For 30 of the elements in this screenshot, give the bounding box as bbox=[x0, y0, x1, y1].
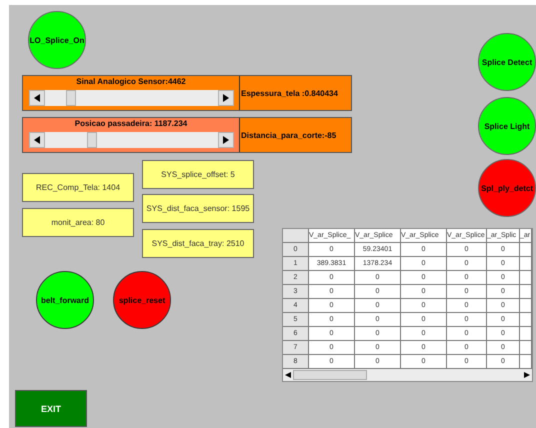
table-corner bbox=[283, 229, 309, 243]
value-display: SYS_dist_faca_tray: 2510 bbox=[142, 229, 254, 258]
right-arrow-button[interactable] bbox=[218, 90, 234, 106]
right-triangle-icon bbox=[222, 136, 230, 144]
right-triangle-icon[interactable] bbox=[524, 372, 530, 378]
left-arrow-button[interactable] bbox=[28, 90, 44, 106]
value-display: monit_area: 80 bbox=[22, 208, 134, 237]
exit-button[interactable]: EXIT bbox=[15, 390, 87, 427]
right-arrow-button[interactable] bbox=[218, 132, 234, 148]
slider-label: Sinal Analogico Sensor:4462 bbox=[76, 77, 186, 87]
indicator-lamp: Splice Light bbox=[478, 97, 536, 155]
right-triangle-icon bbox=[222, 94, 230, 102]
slider-thumb[interactable] bbox=[86, 132, 97, 148]
indicator-lamp: Spl_ply_detct bbox=[478, 159, 536, 217]
value-display: SYS_dist_faca_sensor: 1595 bbox=[142, 194, 254, 223]
round-button[interactable]: belt_forward bbox=[36, 271, 94, 329]
reading-label: Distancia_para_corte:-85 bbox=[240, 130, 338, 142]
horizontal-scrollbar[interactable] bbox=[283, 369, 532, 381]
left-triangle-icon[interactable] bbox=[285, 372, 291, 378]
left-triangle-icon bbox=[32, 94, 40, 102]
left-triangle-icon bbox=[32, 136, 40, 144]
round-button[interactable]: splice_reset bbox=[113, 271, 171, 329]
slider-label: Posicao passadeira: 1187.234 bbox=[74, 119, 188, 129]
value-display: SYS_splice_offset: 5 bbox=[142, 160, 254, 189]
indicator-lamp: LO_Splice_On bbox=[28, 11, 86, 69]
reading-label: Espessura_tela :0.840434 bbox=[240, 88, 339, 100]
slider-thumb[interactable] bbox=[66, 90, 76, 106]
value-display: REC_Comp_Tela: 1404 bbox=[22, 173, 134, 202]
left-arrow-button[interactable] bbox=[28, 132, 44, 148]
indicator-lamp: Splice Detect bbox=[478, 33, 536, 91]
